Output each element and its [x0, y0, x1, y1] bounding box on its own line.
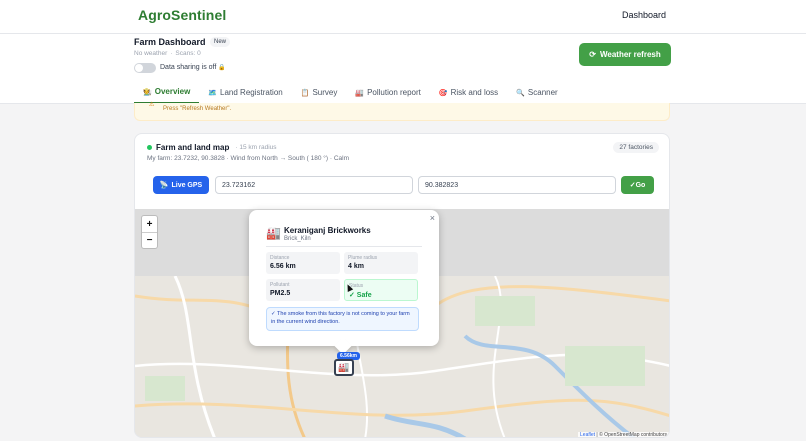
refresh-icon: ⟳ — [589, 50, 596, 59]
radius-label: · 15 km radius — [235, 144, 277, 151]
factory-type: Brick_Kiln — [284, 236, 311, 242]
factory-icon: 🏭 — [355, 89, 365, 97]
weather-refresh-button[interactable]: ⟳ Weather refresh — [579, 43, 671, 66]
satellite-icon: 📡 — [159, 182, 169, 189]
tab-risk-and-loss[interactable]: 🎯 Risk and loss — [430, 84, 507, 104]
status-line: No weather · Scans: 0 — [134, 50, 201, 57]
clipboard-icon: 📋 — [300, 89, 310, 97]
dashboard-header: Farm Dashboard New No weather · Scans: 0 D… — [0, 34, 806, 104]
new-badge: New — [210, 37, 231, 47]
longitude-input[interactable] — [418, 176, 616, 194]
map-attribution: Leaflet | © OpenStreetMap contributors — [578, 432, 669, 438]
magnifier-icon: 🔍 — [516, 89, 525, 97]
data-sharing-toggle[interactable] — [134, 63, 156, 73]
plume-radius-stat: Plume radius 4 km — [344, 252, 418, 274]
tab-pollution-report[interactable]: 🏭 Pollution report — [346, 84, 430, 104]
tab-scanner[interactable]: 🔍 Scanner — [507, 84, 567, 104]
lock-icon: 🔒 — [218, 65, 226, 71]
zoom-control: + − — [141, 215, 158, 249]
wind-info-box: ✓ The smoke from this factory is not com… — [266, 307, 419, 331]
top-navbar: AgroSentinel Dashboard — [0, 0, 806, 34]
map-card-title: Farm and land map · 15 km radius — [147, 143, 277, 152]
tab-survey[interactable]: 📋 Survey — [292, 84, 347, 104]
go-button[interactable]: ✓Go — [621, 176, 654, 194]
live-gps-button[interactable]: 📡 Live GPS — [153, 176, 209, 194]
nav-dashboard-link[interactable]: Dashboard — [622, 10, 666, 20]
close-icon[interactable]: × — [430, 213, 435, 223]
zoom-out-button[interactable]: − — [142, 232, 157, 248]
distance-stat: Distance 6.56 km — [266, 252, 340, 274]
leaflet-link[interactable]: Leaflet — [580, 432, 595, 437]
farm-info-line: My farm: 23.7232, 90.3828 · Wind from No… — [147, 155, 350, 162]
tab-land-registration[interactable]: 🗺️ Land Registration — [199, 84, 291, 104]
factory-icon: 🏭 — [266, 226, 281, 240]
pollutant-stat: Pollutant PM2.5 — [266, 279, 340, 301]
factory-name: Keraniganj Brickworks — [284, 226, 371, 235]
status-stat: Status ✓ Safe — [344, 279, 418, 301]
weather-status: No weather — [134, 50, 168, 57]
factory-marker[interactable]: 🏭 — [334, 359, 354, 376]
tab-overview[interactable]: 🧑‍🌾 Overview — [134, 84, 200, 104]
tab-bar: 🧑‍🌾 Overview 🗺️ Land Registration 📋 Survey … — [134, 84, 567, 104]
zoom-in-button[interactable]: + — [142, 216, 157, 232]
popup-divider — [266, 246, 422, 247]
weather-notice: ⚠ Press "Refresh Weather". — [134, 102, 670, 121]
scans-count: Scans: 0 — [175, 50, 201, 57]
latitude-input[interactable] — [215, 176, 413, 194]
factories-count-badge: 27 factories — [613, 142, 659, 153]
target-icon: 🎯 — [438, 89, 448, 97]
farmer-icon: 🧑‍🌾 — [143, 88, 152, 96]
data-sharing-label: Data sharing is off 🔒 — [160, 64, 226, 71]
warning-icon: ⚠ — [149, 102, 155, 108]
map-icon: 🗺️ — [208, 89, 218, 97]
page-title: Farm Dashboard — [134, 37, 206, 47]
factory-popup: × 🏭 Keraniganj Brickworks Brick_Kiln Dis… — [249, 210, 439, 346]
live-dot-icon — [147, 145, 152, 150]
app-logo[interactable]: AgroSentinel — [138, 7, 226, 23]
